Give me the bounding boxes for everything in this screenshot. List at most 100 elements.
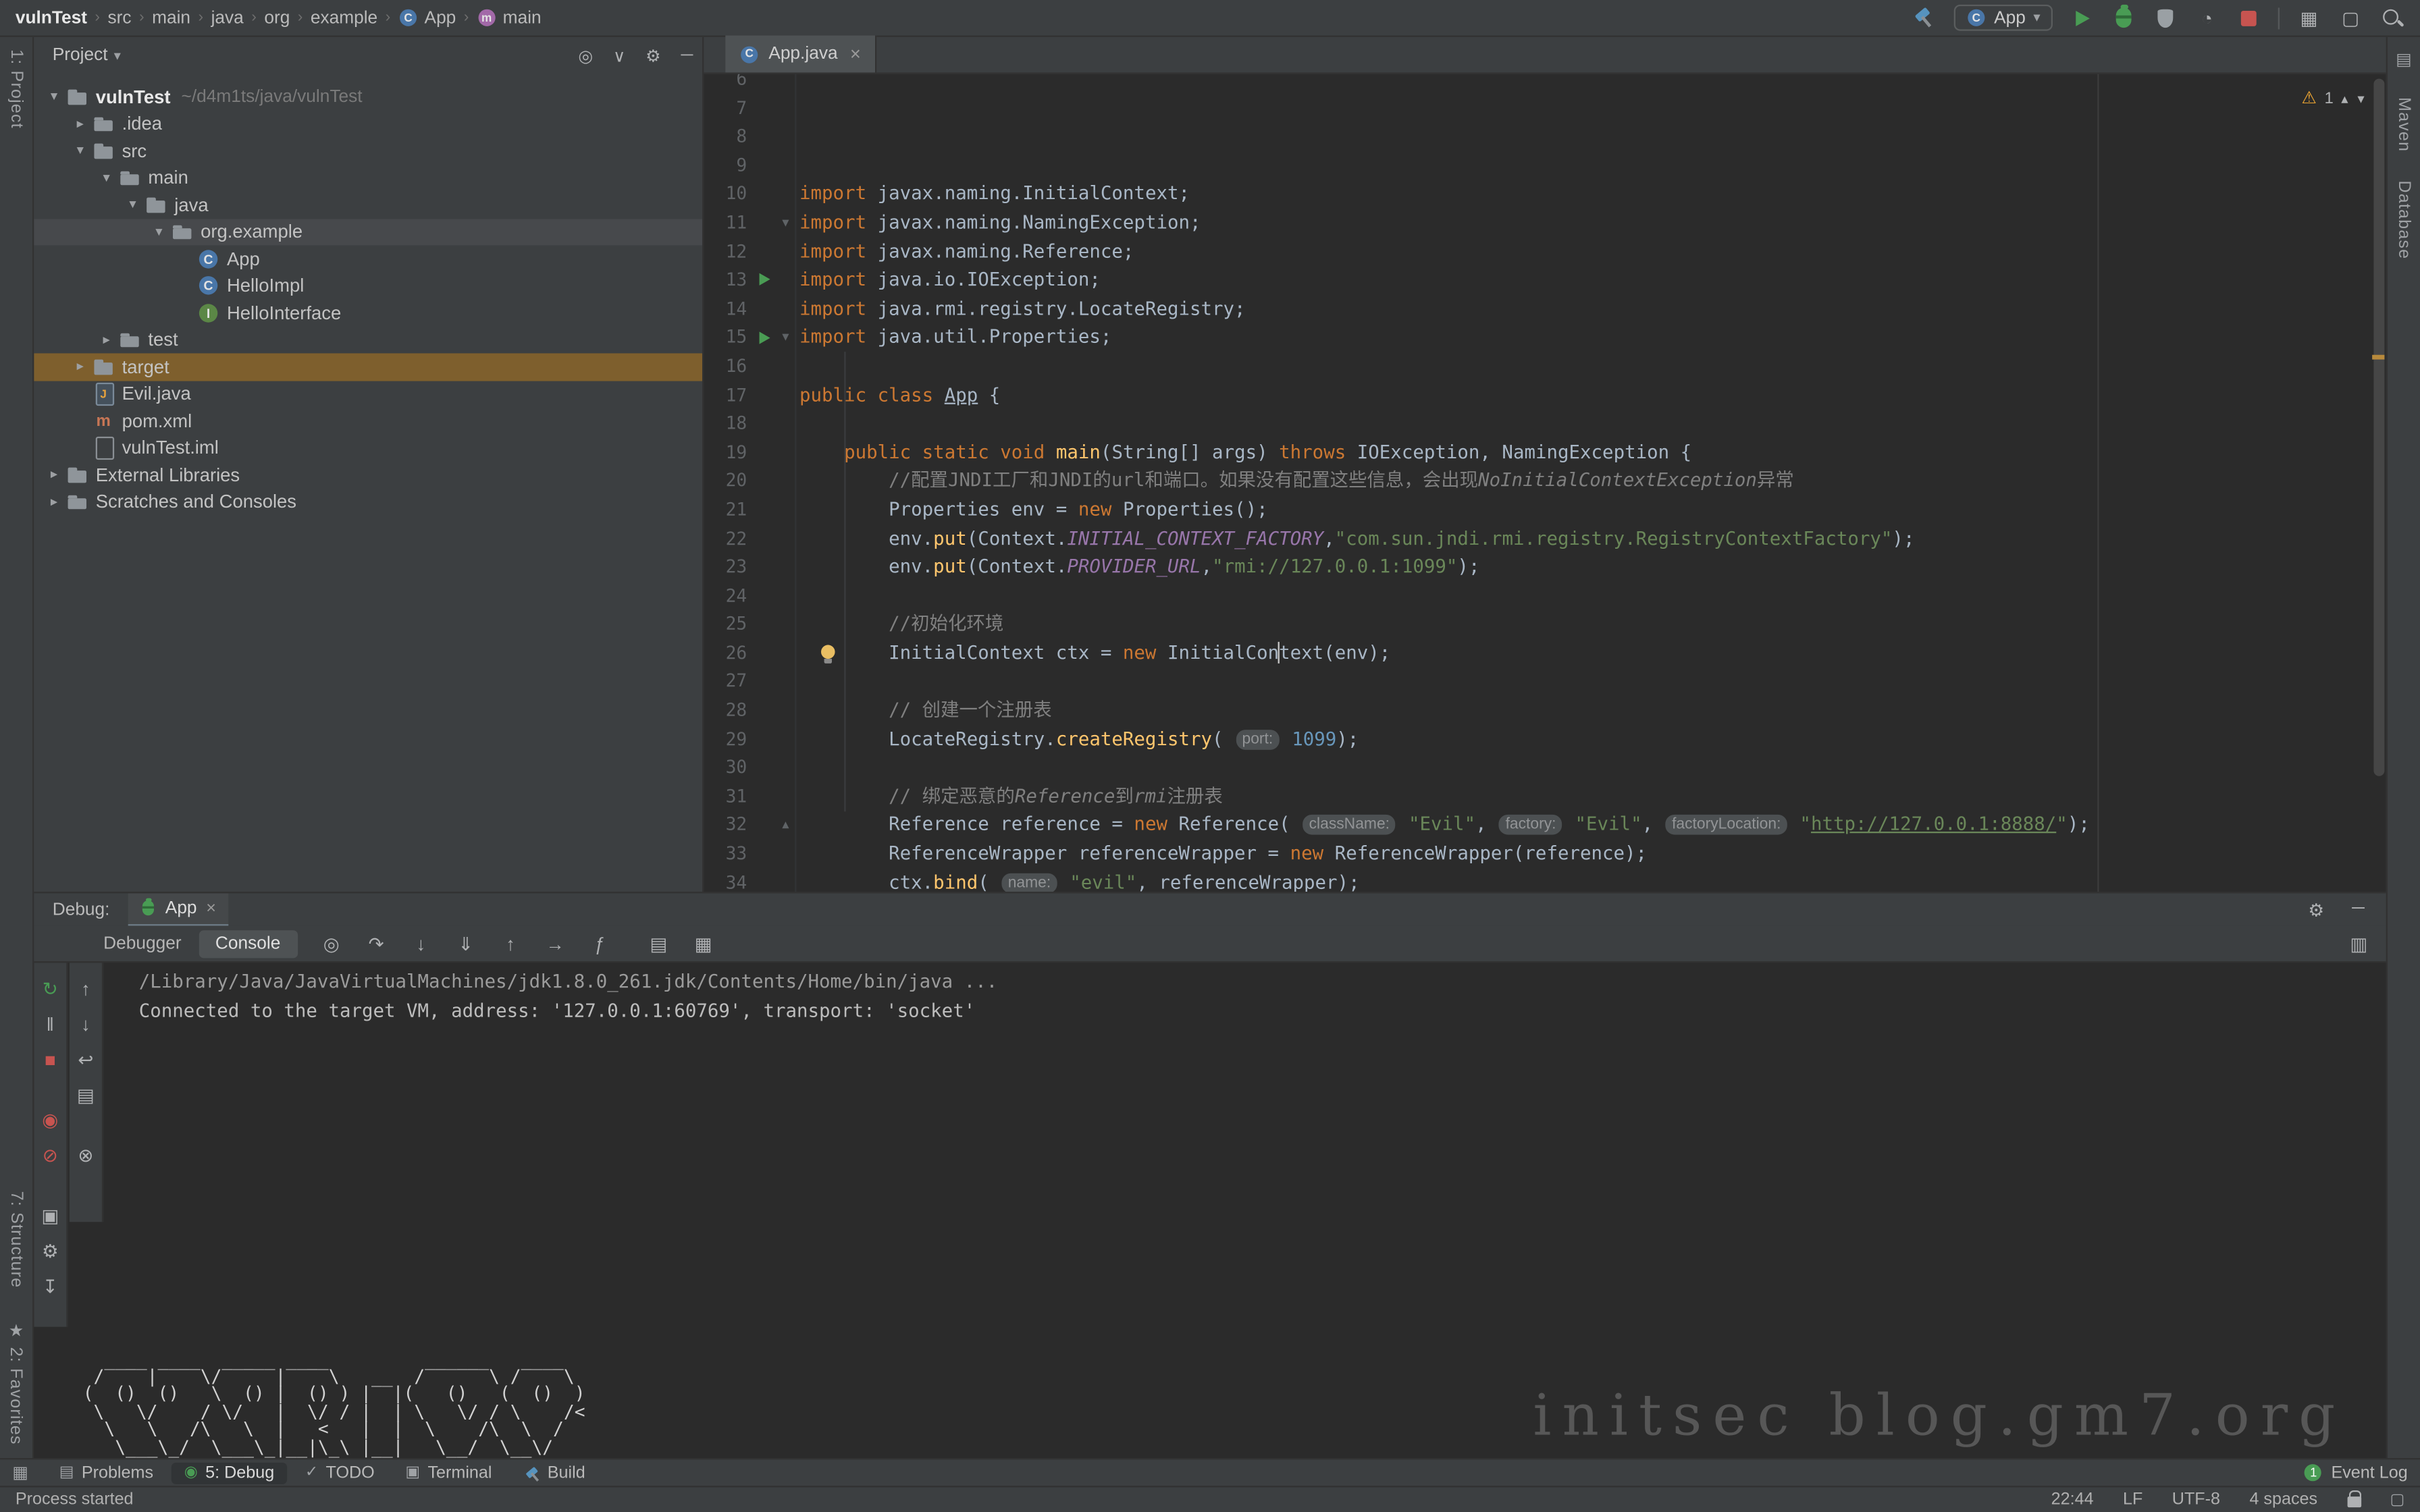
code-line[interactable]: env.put(Context.INITIAL_CONTEXT_FACTORY,…	[799, 524, 2386, 553]
tool-stripe-favorites[interactable]: ★ 2: Favorites	[6, 1322, 26, 1446]
code-line[interactable]: import java.io.IOException;	[799, 265, 2386, 294]
close-session-icon[interactable]: ×	[206, 898, 216, 917]
event-log-button[interactable]: 1 Event Log	[2305, 1463, 2408, 1482]
step-over-icon[interactable]: ↷	[364, 931, 389, 956]
tab-app-java[interactable]: C App.java ×	[725, 36, 876, 73]
code-line[interactable]: //配置JNDI工厂和JNDI的url和端口。如果没有配置这些信息，会出现NoI…	[799, 466, 2386, 495]
stop-icon[interactable]: ■	[38, 1048, 63, 1073]
close-tab-icon[interactable]: ×	[850, 43, 861, 65]
view-breakpoints-icon[interactable]: ◉	[38, 1108, 63, 1133]
code-line[interactable]: ReferenceWrapper referenceWrapper = new …	[799, 839, 2386, 868]
tool-stripe-project[interactable]: 1: Project	[7, 49, 25, 129]
tree-item-src[interactable]: ▾src	[34, 137, 702, 164]
gear-icon[interactable]: ⚙	[2308, 898, 2324, 920]
debug-console-output[interactable]: /Library/Java/JavaVirtualMachines/jdk1.8…	[139, 967, 998, 1025]
chevron-right-icon[interactable]: ▸	[43, 466, 65, 483]
tree-item-java[interactable]: ▾java	[34, 191, 702, 218]
code-line[interactable]	[799, 667, 2386, 696]
tool-buttons-icon[interactable]: ▤	[2396, 49, 2412, 70]
toolwindow-tab-build[interactable]: Build	[510, 1462, 598, 1484]
error-stripe-mark[interactable]	[2372, 355, 2384, 360]
status-item-lf[interactable]: LF	[2123, 1490, 2142, 1509]
breadcrumb-java[interactable]: java	[211, 9, 244, 27]
chevron-right-icon[interactable]: ▸	[70, 115, 91, 132]
coverage-button[interactable]	[2157, 9, 2173, 27]
code-line[interactable]: //初始化环境	[799, 610, 2386, 638]
tree-item-scratches-and-consoles[interactable]: ▸Scratches and Consoles	[34, 488, 702, 515]
breadcrumb-vulntest[interactable]: vulnTest	[16, 9, 87, 27]
breadcrumb-org[interactable]: org	[264, 9, 290, 27]
code-line[interactable]: Properties env = new Properties();	[799, 495, 2386, 524]
split-console-icon[interactable]: ▥	[2350, 933, 2367, 954]
code-line[interactable]: public static void main(String[] args) t…	[799, 437, 2386, 466]
collapse-all-icon[interactable]: ∨	[613, 45, 625, 65]
pause-icon[interactable]: ‖	[38, 1012, 63, 1037]
fold-region-icon[interactable]: ▾	[782, 330, 789, 344]
code-line[interactable]: // 创建一个注册表	[799, 696, 2386, 725]
fold-region-icon[interactable]: ▴	[782, 818, 789, 832]
evaluate-expression-icon[interactable]: ƒ	[587, 931, 612, 956]
toolwindow-switcher-icon[interactable]: ▦	[12, 1463, 28, 1483]
code-line[interactable]: public class App {	[799, 380, 2386, 409]
code-line[interactable]: env.put(Context.PROVIDER_URL,"rmi://127.…	[799, 552, 2386, 581]
step-into-icon[interactable]: ↓	[409, 931, 433, 956]
code-line[interactable]: import javax.naming.Reference;	[799, 237, 2386, 266]
tab-console[interactable]: Console	[199, 929, 298, 957]
tab-debugger[interactable]: Debugger	[86, 929, 199, 957]
code-line[interactable]: // 绑定恶意的Reference到rmi注册表	[799, 782, 2386, 811]
next-problem-icon[interactable]: ▾	[2357, 85, 2364, 114]
tree-item-hellointerface[interactable]: IHelloInterface	[34, 299, 702, 326]
locate-file-icon[interactable]: ◎	[578, 45, 593, 65]
code-line[interactable]: import java.util.Properties;	[799, 323, 2386, 352]
chevron-right-icon[interactable]: ▸	[43, 493, 65, 510]
toolwindow-tab-todo[interactable]: ✓TODO	[293, 1462, 387, 1484]
mute-breakpoints-icon[interactable]: ⊘	[38, 1143, 63, 1168]
scroll-to-bottom-icon[interactable]: ↓	[74, 1012, 99, 1037]
scrollbar-thumb[interactable]	[2373, 79, 2384, 776]
breadcrumb-main[interactable]: mmain	[477, 7, 542, 28]
force-step-into-icon[interactable]: ⇓	[453, 931, 478, 956]
run-config-selector[interactable]: C App ▾	[1954, 5, 2053, 31]
run-line-icon[interactable]	[758, 274, 769, 286]
toolwindow-tab-problems[interactable]: ▤Problems	[47, 1462, 165, 1484]
toolwindow-tab-5-debug[interactable]: ◉5: Debug	[172, 1462, 286, 1484]
step-out-icon[interactable]: ↑	[498, 931, 523, 956]
tool-stripe-maven[interactable]: Maven	[2394, 97, 2413, 152]
code-line[interactable]	[799, 581, 2386, 610]
tab-debug-session-app[interactable]: App ×	[128, 892, 228, 926]
build-hammer-icon[interactable]	[1914, 7, 1935, 28]
toolwindow-tab-terminal[interactable]: ▣Terminal	[393, 1462, 504, 1484]
tree-item-org-example[interactable]: ▾org.example	[34, 218, 702, 245]
status-item-4-spaces[interactable]: 4 spaces	[2249, 1490, 2317, 1509]
search-icon[interactable]	[2382, 7, 2403, 28]
soft-wrap-icon[interactable]: ↩	[74, 1048, 99, 1073]
hide-panel-icon[interactable]: ─	[681, 47, 693, 65]
code-line[interactable]: ctx.bind( name: "evil", referenceWrapper…	[799, 868, 2386, 892]
run-to-cursor-icon[interactable]: →	[543, 931, 568, 956]
clear-all-icon[interactable]: ⊗	[74, 1143, 99, 1168]
status-item-22-44[interactable]: 22:44	[2051, 1490, 2094, 1509]
breadcrumb-src[interactable]: src	[107, 9, 131, 27]
code-line[interactable]	[799, 753, 2386, 782]
code-line[interactable]	[799, 409, 2386, 438]
tree-item-app[interactable]: CApp	[34, 245, 702, 272]
fold-region-icon[interactable]: ▾	[782, 215, 789, 230]
gear-icon[interactable]: ⚙	[646, 45, 661, 65]
terminal-monitor-icon[interactable]: ▢	[2338, 5, 2363, 30]
pin-icon[interactable]: ↧	[38, 1274, 63, 1299]
scroll-to-top-icon[interactable]: ↑	[74, 977, 99, 1002]
code-line[interactable]: LocateRegistry.createRegistry( port: 109…	[799, 724, 2386, 753]
run-button[interactable]	[2075, 10, 2089, 26]
editor-scrollbar[interactable]	[2371, 74, 2386, 892]
settings-icon[interactable]: ⚙	[38, 1239, 63, 1264]
tree-item-vulntest[interactable]: ▾vulnTest~/d4m1ts/java/vulnTest	[34, 83, 702, 110]
tree-item-vulntest-iml[interactable]: vulnTest.iml	[34, 434, 702, 461]
chevron-down-icon[interactable]: ▾	[96, 169, 117, 186]
debug-button[interactable]	[2116, 7, 2132, 28]
code-line[interactable]: InitialContext ctx = new InitialContext(…	[799, 639, 2386, 668]
tree-item-pom-xml[interactable]: mpom.xml	[34, 407, 702, 434]
show-execution-point-icon[interactable]: ◎	[319, 931, 344, 956]
breadcrumb-main[interactable]: main	[152, 9, 190, 27]
profiler-button[interactable]: ◔	[2194, 5, 2219, 30]
chevron-down-icon[interactable]: ▾	[43, 88, 65, 105]
